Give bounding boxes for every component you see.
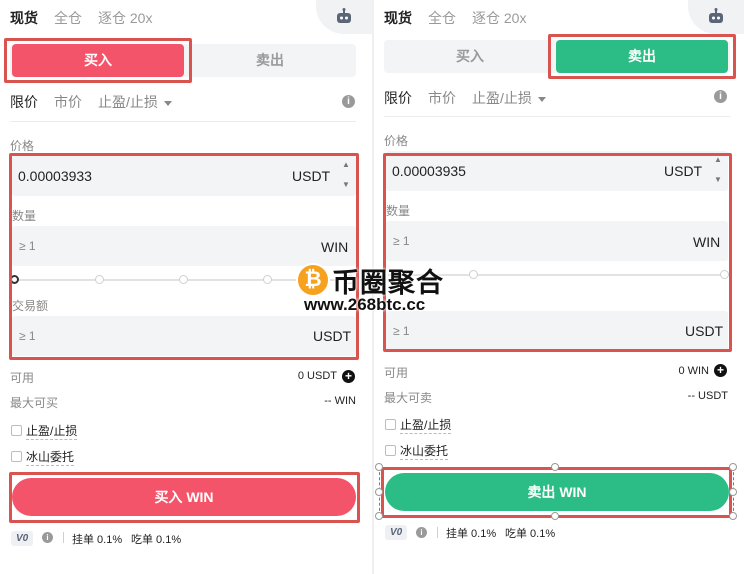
order-type-limit[interactable]: 限价 [10, 92, 38, 112]
robot-icon [337, 8, 351, 23]
tpsl-label[interactable]: 止盈/止损 [400, 418, 452, 434]
vip-badge: V0 [11, 531, 34, 546]
robot-icon [709, 8, 723, 23]
order-type-tpsl-label: 止盈/止损 [472, 90, 532, 106]
tab-cross[interactable]: 全仓 [54, 8, 82, 28]
maker-fee: 挂单 0.1% [446, 528, 497, 540]
info-icon[interactable]: i [342, 95, 355, 108]
bot-button[interactable] [688, 0, 744, 34]
tab-spot[interactable]: 现货 [384, 8, 412, 28]
selection-outline [379, 467, 734, 516]
highlight-box [9, 153, 359, 360]
tpsl-checkbox[interactable] [11, 425, 22, 436]
order-type-market[interactable]: 市价 [54, 92, 82, 112]
taker-fee: 吃单 0.1% [505, 528, 556, 540]
info-icon[interactable]: i [42, 532, 53, 543]
iceberg-label[interactable]: 冰山委托 [400, 444, 449, 460]
order-type-tpsl-label: 止盈/止损 [98, 94, 158, 110]
iceberg-checkbox[interactable] [385, 445, 396, 456]
order-type-market[interactable]: 市价 [428, 88, 456, 108]
tpsl-label[interactable]: 止盈/止损 [26, 424, 78, 440]
max-buy-value: -- WIN [324, 395, 356, 407]
tab-isolated[interactable]: 逐仓 20x [472, 8, 526, 28]
highlight-box [383, 153, 732, 352]
chevron-down-icon [163, 100, 172, 106]
plus-icon[interactable]: + [342, 370, 355, 383]
tab-cross[interactable]: 全仓 [428, 8, 456, 28]
resize-handle[interactable] [375, 512, 383, 520]
highlight-box [9, 472, 360, 523]
divider [10, 121, 356, 122]
price-label: 价格 [10, 139, 35, 153]
tab-spot[interactable]: 现货 [10, 8, 38, 28]
resize-handle[interactable] [375, 488, 383, 496]
bitcoin-logo-icon: ₿ [296, 263, 330, 297]
taker-fee: 吃单 0.1% [131, 534, 182, 546]
iceberg-label[interactable]: 冰山委托 [26, 450, 75, 466]
max-sell-label: 最大可卖 [384, 391, 433, 405]
buy-side-button[interactable]: 买入 [384, 40, 556, 73]
plus-icon[interactable]: + [714, 364, 727, 377]
watermark: ₿ 币圈聚合 www.268btc.cc [294, 261, 464, 319]
iceberg-checkbox[interactable] [11, 451, 22, 462]
divider [384, 116, 730, 117]
max-sell-value: -- USDT [687, 390, 728, 402]
resize-handle[interactable] [551, 463, 559, 471]
resize-handle[interactable] [729, 512, 737, 520]
watermark-url: www.268btc.cc [304, 295, 426, 314]
max-buy-label: 最大可买 [10, 396, 59, 410]
available-value: 0 USDT [297, 370, 337, 382]
available-value: 0 WIN [678, 365, 709, 377]
info-icon[interactable]: i [714, 90, 727, 103]
highlight-box [548, 34, 736, 79]
bot-button[interactable] [316, 0, 372, 34]
maker-fee: 挂单 0.1% [72, 534, 123, 546]
resize-handle[interactable] [729, 488, 737, 496]
price-label: 价格 [384, 134, 409, 148]
resize-handle[interactable] [729, 463, 737, 471]
available-label: 可用 [10, 371, 35, 385]
order-type-limit[interactable]: 限价 [384, 88, 412, 108]
separator [63, 532, 64, 543]
info-icon[interactable]: i [416, 527, 427, 538]
available-label: 可用 [384, 366, 409, 380]
tab-isolated[interactable]: 逐仓 20x [98, 8, 152, 28]
tpsl-checkbox[interactable] [385, 419, 396, 430]
vip-badge: V0 [385, 525, 408, 540]
order-type-tpsl[interactable]: 止盈/止损 [472, 88, 546, 108]
chevron-down-icon [537, 96, 546, 102]
separator [437, 527, 438, 538]
highlight-box [4, 38, 192, 83]
resize-handle[interactable] [375, 463, 383, 471]
resize-handle[interactable] [551, 512, 559, 520]
order-type-tpsl[interactable]: 止盈/止损 [98, 92, 172, 112]
sell-side-button[interactable]: 卖出 [184, 44, 356, 77]
